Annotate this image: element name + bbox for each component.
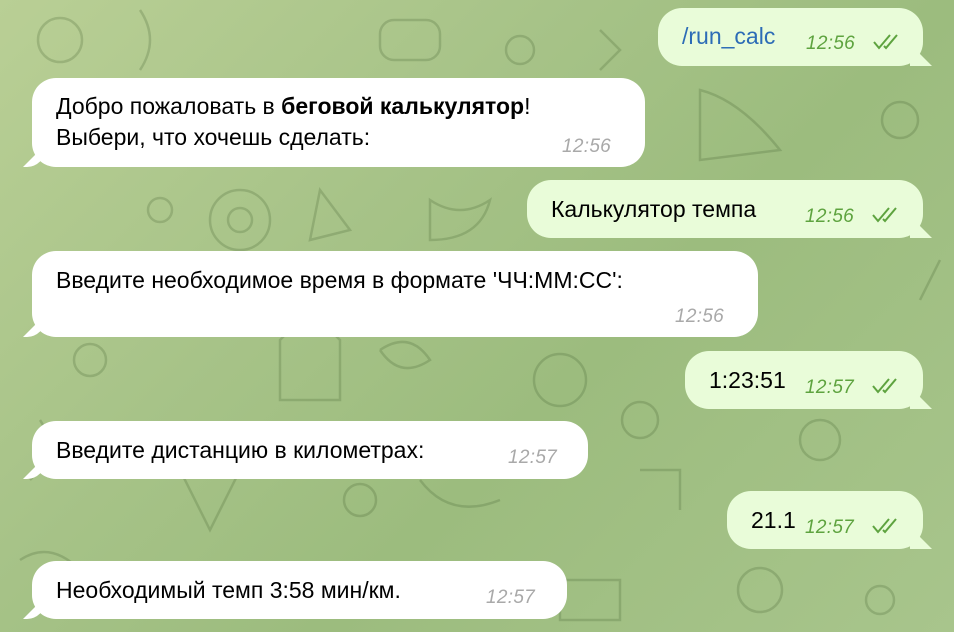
message-text: 21.1: [751, 507, 796, 533]
message-time: 12:57: [486, 587, 536, 608]
message-time: 12:57: [508, 447, 558, 468]
outgoing-message[interactable]: Калькулятор темпа 12:56: [527, 180, 923, 238]
outgoing-message[interactable]: /run_calc 12:56: [658, 8, 923, 66]
outgoing-message[interactable]: 21.1 12:57: [727, 491, 923, 549]
message-time: 12:56: [806, 33, 856, 54]
incoming-message: Добро пожаловать в беговой калькулятор! …: [32, 78, 645, 167]
message-text: Введите необходимое время в формате 'ЧЧ:…: [56, 267, 623, 293]
message-time: 12:56: [675, 306, 725, 327]
bot-command-link[interactable]: /run_calc: [682, 21, 775, 52]
outgoing-message[interactable]: 1:23:51 12:57: [685, 351, 923, 409]
message-text-line2: Выбери, что хочешь сделать:: [56, 124, 371, 150]
message-time: 12:56: [805, 206, 855, 227]
bold-text: беговой калькулятор: [281, 93, 525, 119]
double-check-icon: [873, 34, 898, 50]
message-text: Введите дистанцию в километрах:: [56, 437, 425, 463]
message-text: Калькулятор темпа: [551, 196, 757, 222]
message-time: 12:57: [805, 377, 855, 398]
message-time: 12:56: [562, 136, 612, 157]
incoming-message: Необходимый темп 3:58 мин/км. 12:57: [32, 561, 567, 619]
double-check-icon: [872, 518, 897, 534]
message-text: Необходимый темп 3:58 мин/км.: [56, 577, 401, 603]
message-text: Добро пожаловать в беговой калькулятор!: [56, 93, 531, 119]
message-time: 12:57: [805, 517, 855, 538]
incoming-message: Введите дистанцию в километрах: 12:57: [32, 421, 588, 479]
double-check-icon: [872, 378, 897, 394]
double-check-icon: [872, 207, 897, 223]
incoming-message: Введите необходимое время в формате 'ЧЧ:…: [32, 251, 758, 337]
message-text: 1:23:51: [709, 367, 786, 393]
